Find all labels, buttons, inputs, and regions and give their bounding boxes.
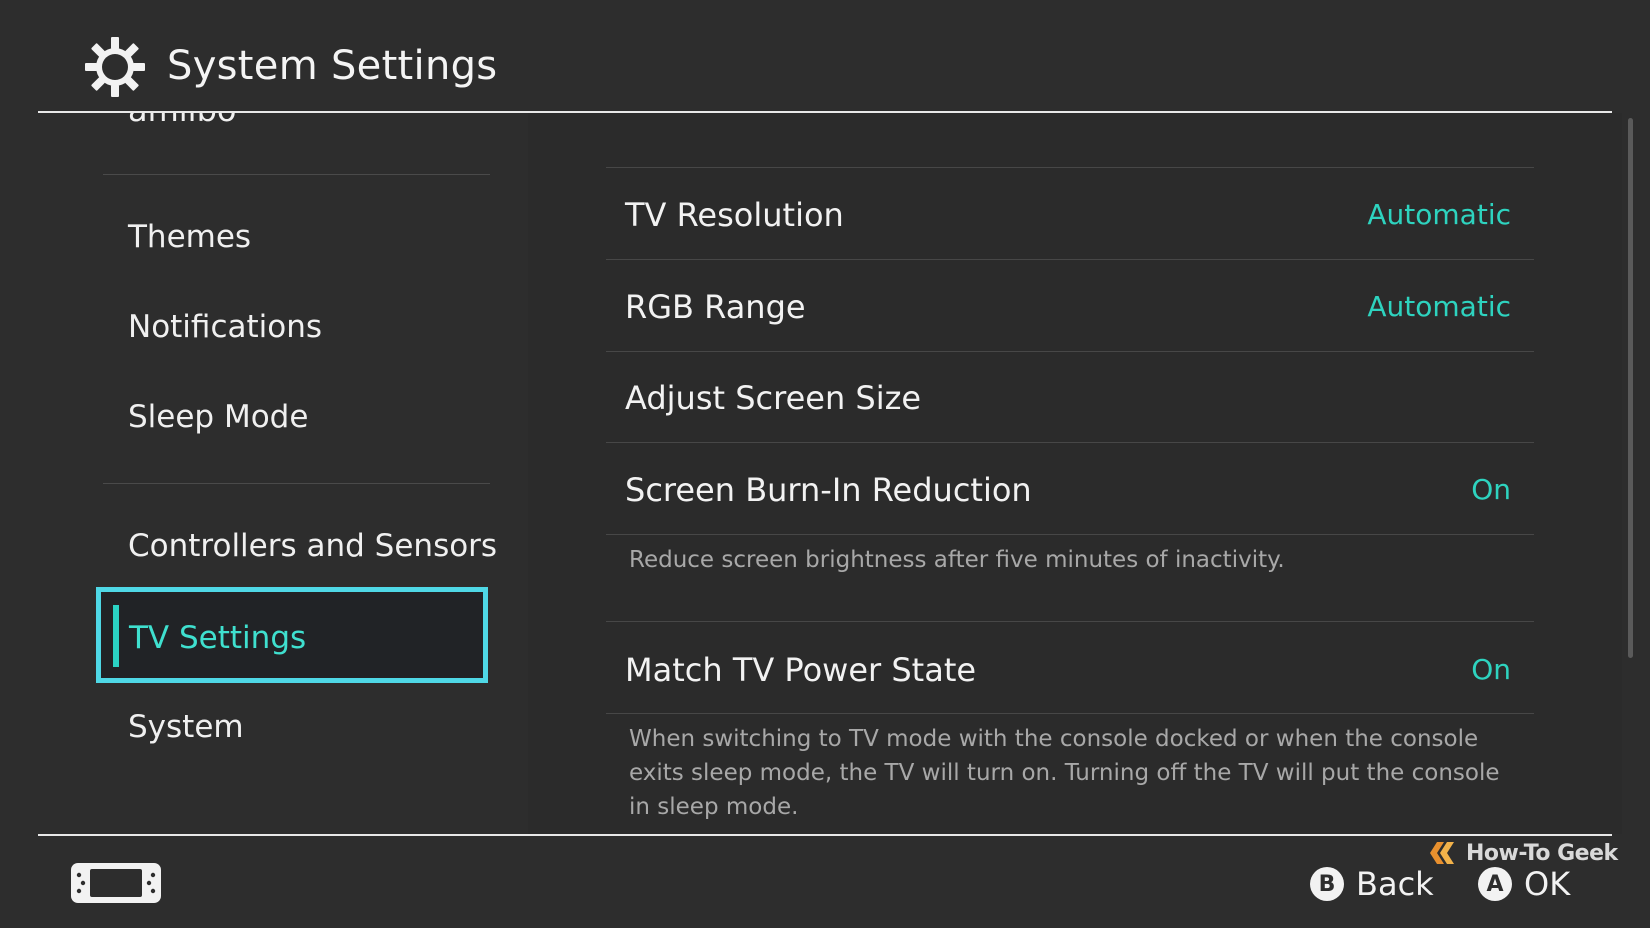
gear-icon: [85, 37, 145, 97]
footer-divider: [38, 834, 1612, 836]
row-divider: [606, 621, 1534, 622]
row-divider: [606, 713, 1534, 714]
a-button-icon: A: [1478, 867, 1512, 901]
sidebar-divider: [103, 174, 490, 175]
setting-description: Reduce screen brightness after five minu…: [629, 547, 1285, 573]
back-label: Back: [1356, 865, 1434, 903]
setting-value: Automatic: [1367, 290, 1511, 323]
sidebar: amiibo Themes Notifications Sleep Mode C…: [0, 113, 528, 834]
scrollbar[interactable]: [1628, 118, 1633, 658]
row-divider: [606, 534, 1534, 535]
page-title: System Settings: [167, 43, 498, 89]
sidebar-item-tv-settings[interactable]: TV Settings: [96, 587, 488, 683]
sidebar-item-amiibo[interactable]: amiibo: [128, 113, 236, 129]
sidebar-item-label: TV Settings: [129, 620, 307, 656]
b-button-icon: B: [1310, 867, 1344, 901]
setting-label: TV Resolution: [625, 196, 844, 234]
header: System Settings: [0, 0, 1650, 112]
sidebar-item-themes[interactable]: Themes: [128, 217, 251, 257]
handheld-console-icon: [71, 863, 161, 903]
settings-panel: TV Resolution Automatic RGB Range Automa…: [528, 113, 1622, 834]
back-button[interactable]: B Back: [1310, 862, 1434, 906]
row-divider: [606, 167, 1534, 168]
setting-label: Match TV Power State: [625, 651, 977, 689]
sidebar-divider: [103, 483, 490, 484]
sidebar-item-notifications[interactable]: Notifications: [128, 307, 322, 347]
row-divider: [606, 351, 1534, 352]
row-divider: [606, 259, 1534, 260]
setting-value: Automatic: [1367, 198, 1511, 231]
header-divider: [38, 111, 1612, 113]
ok-label: OK: [1524, 865, 1571, 903]
setting-label: Screen Burn-In Reduction: [625, 471, 1032, 509]
setting-label: RGB Range: [625, 288, 806, 326]
setting-value: On: [1471, 653, 1511, 686]
setting-label: Adjust Screen Size: [625, 379, 922, 417]
sidebar-item-controllers-and-sensors[interactable]: Controllers and Sensors: [128, 526, 497, 566]
ok-button[interactable]: A OK: [1478, 862, 1570, 906]
row-divider: [606, 442, 1534, 443]
sidebar-item-system[interactable]: System: [128, 707, 244, 747]
selection-indicator: [113, 605, 119, 667]
sidebar-item-sleep-mode[interactable]: Sleep Mode: [128, 397, 308, 437]
setting-description: When switching to TV mode with the conso…: [629, 726, 1500, 820]
setting-value: On: [1471, 473, 1511, 506]
